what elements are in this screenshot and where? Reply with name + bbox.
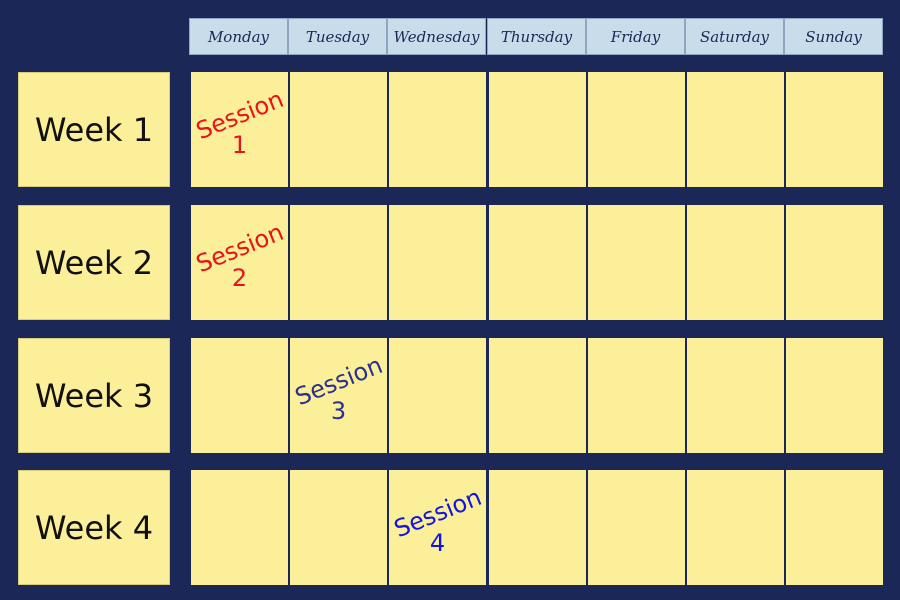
calendar-cell[interactable] <box>586 205 685 320</box>
calendar-cell[interactable]: Session 3 <box>288 338 387 453</box>
day-header-sunday: Sunday <box>784 18 883 55</box>
calendar-cell[interactable] <box>288 205 387 320</box>
calendar-cell[interactable] <box>784 338 883 453</box>
calendar-cell[interactable] <box>387 338 486 453</box>
day-header-monday: Monday <box>189 18 288 55</box>
calendar-cell[interactable]: Session 4 <box>387 470 486 585</box>
week-label-4: Week 4 <box>18 470 170 585</box>
calendar-cell[interactable] <box>685 205 784 320</box>
day-header-friday: Friday <box>586 18 685 55</box>
calendar-cell[interactable] <box>487 338 586 453</box>
calendar-cell[interactable] <box>685 470 784 585</box>
calendar-cell[interactable]: Session 2 <box>189 205 288 320</box>
week-label-2: Week 2 <box>18 205 170 320</box>
calendar-cell[interactable] <box>685 72 784 187</box>
calendar-cell[interactable] <box>288 470 387 585</box>
calendar-cell[interactable] <box>784 205 883 320</box>
calendar-cell[interactable] <box>487 470 586 585</box>
calendar-cell[interactable] <box>387 205 486 320</box>
day-header-wednesday: Wednesday <box>387 18 486 55</box>
week-label-1: Week 1 <box>18 72 170 187</box>
calendar-cell[interactable] <box>586 338 685 453</box>
calendar-cell[interactable] <box>784 72 883 187</box>
session-note: Session 4 <box>389 470 486 585</box>
calendar-cell[interactable] <box>487 72 586 187</box>
week-label-3: Week 3 <box>18 338 170 453</box>
calendar-cell[interactable] <box>784 470 883 585</box>
session-note: Session 2 <box>191 205 288 320</box>
day-header-thursday: Thursday <box>487 18 586 55</box>
day-header-saturday: Saturday <box>685 18 784 55</box>
calendar-cell[interactable] <box>685 338 784 453</box>
session-number: 3 <box>330 396 347 425</box>
calendar-cell[interactable] <box>586 470 685 585</box>
calendar-cell[interactable] <box>288 72 387 187</box>
calendar-cell[interactable] <box>586 72 685 187</box>
session-note: Session 1 <box>191 72 288 187</box>
calendar-cell[interactable] <box>189 338 288 453</box>
day-header-tuesday: Tuesday <box>288 18 387 55</box>
session-number: 2 <box>231 263 248 292</box>
calendar-cell[interactable] <box>387 72 486 187</box>
calendar-cell[interactable] <box>487 205 586 320</box>
calendar-cell[interactable]: Session 1 <box>189 72 288 187</box>
session-number: 1 <box>231 130 248 159</box>
session-number: 4 <box>429 528 446 557</box>
session-note: Session 3 <box>290 338 387 453</box>
calendar-cell[interactable] <box>189 470 288 585</box>
